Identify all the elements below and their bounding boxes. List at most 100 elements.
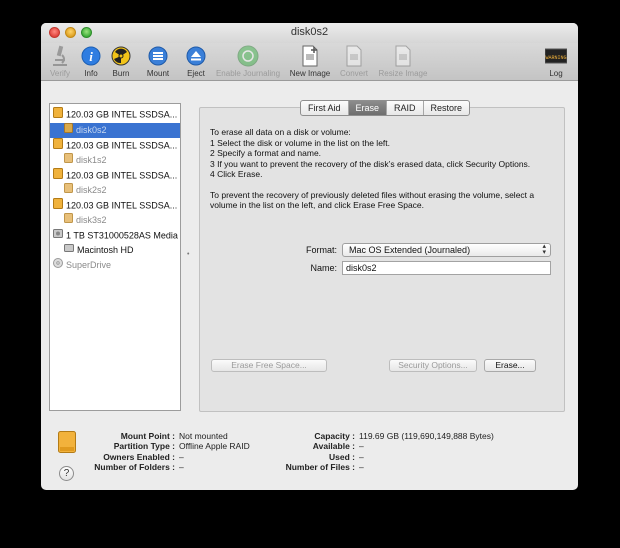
owners-enabled-label: Owners Enabled : <box>103 452 175 462</box>
verify-label: Verify <box>49 69 70 78</box>
files-value: – <box>359 462 364 472</box>
erase-button[interactable]: Erase... <box>484 359 536 372</box>
new-image-button[interactable]: New Image <box>287 45 333 78</box>
sidebar-item-disk3s2[interactable]: disk3s2 <box>64 213 179 228</box>
instructions-step: 4 Click Erase. <box>210 169 263 179</box>
used-value: – <box>359 452 364 462</box>
sidebar-item-macintosh-hd[interactable]: Macintosh HD <box>64 243 179 258</box>
security-options-button[interactable]: Security Options... <box>389 359 477 372</box>
convert-label: Convert <box>339 69 368 78</box>
enable-journaling-label: Enable Journaling <box>215 69 281 78</box>
sidebar-item-disk2[interactable]: 120.03 GB INTEL SSDSA... <box>53 168 179 183</box>
sidebar-item-superdrive[interactable]: SuperDrive <box>53 258 179 273</box>
available-label: Available : <box>312 441 355 451</box>
stepper-arrows-icon: ▴ ▾ <box>542 243 546 256</box>
format-select[interactable]: Mac OS Extended (Journaled) ▴ ▾ <box>342 243 551 257</box>
sidebar-item-label: 120.03 GB INTEL SSDSA... <box>66 109 178 120</box>
toolbar: Verify i Info Burn Mount Eject Enable Jo… <box>41 43 578 81</box>
partition-type-label: Partition Type : <box>113 441 175 451</box>
log-icon: WARNING <box>545 45 567 67</box>
disk-icon <box>53 138 63 153</box>
disk-utility-window: disk0s2 Verify i Info Burn Mount Eject E… <box>41 23 578 490</box>
capacity-label: Capacity : <box>314 431 355 441</box>
journaling-icon <box>237 45 259 67</box>
resize-image-label: Resize Image <box>378 69 428 78</box>
sidebar-item-disk2s2[interactable]: disk2s2 <box>64 183 179 198</box>
eject-icon <box>185 45 207 67</box>
erase-instructions: To erase all data on a disk or volume: 1… <box>210 127 555 211</box>
disk-icon <box>53 168 63 183</box>
available-value: – <box>359 441 364 451</box>
tab-bar: First Aid Erase RAID Restore <box>300 100 471 116</box>
mount-point-value: Not mounted <box>179 431 228 441</box>
sidebar-item-label: disk0s2 <box>76 125 107 135</box>
sidebar-item-disk1[interactable]: 120.03 GB INTEL SSDSA... <box>53 138 179 153</box>
instructions-step: 1 Select the disk or volume in the list … <box>210 137 391 148</box>
tab-erase[interactable]: Erase <box>348 101 388 115</box>
sidebar-item-label: disk2s2 <box>76 185 107 195</box>
enable-journaling-button[interactable]: Enable Journaling <box>213 45 283 78</box>
name-field[interactable]: disk0s2 <box>342 261 551 275</box>
folders-value: – <box>179 462 184 472</box>
mount-point-label: Mount Point : <box>120 431 175 441</box>
help-button[interactable]: ? <box>59 466 74 481</box>
resize-image-icon <box>392 45 414 67</box>
disk-sidebar: 120.03 GB INTEL SSDSA... disk0s2 120.03 … <box>49 103 181 411</box>
info-button[interactable]: i Info <box>79 45 103 78</box>
burn-label: Burn <box>112 69 130 78</box>
sidebar-item-disk3[interactable]: 120.03 GB INTEL SSDSA... <box>53 198 179 213</box>
burn-icon <box>110 45 132 67</box>
format-value: Mac OS Extended (Journaled) <box>349 245 471 255</box>
sidebar-item-disk1s2[interactable]: disk1s2 <box>64 153 179 168</box>
svg-text:i: i <box>89 49 93 64</box>
sidebar-item-disk0[interactable]: 120.03 GB INTEL SSDSA... <box>53 107 179 122</box>
sidebar-item-hdd[interactable]: 1 TB ST31000528AS Media <box>53 228 179 243</box>
folders-label: Number of Folders : <box>94 462 175 472</box>
sidebar-item-label: 120.03 GB INTEL SSDSA... <box>66 200 178 211</box>
volume-icon <box>64 123 73 138</box>
sidebar-item-label: disk3s2 <box>76 215 107 225</box>
mount-label: Mount <box>146 69 170 78</box>
resize-image-button[interactable]: Resize Image <box>375 45 431 78</box>
hard-drive-icon <box>53 228 63 243</box>
sidebar-item-disk0s2[interactable]: disk0s2 <box>50 123 180 138</box>
microscope-icon <box>49 45 71 67</box>
info-icon: i <box>80 45 102 67</box>
format-label: Format: <box>305 245 337 255</box>
volume-icon <box>64 213 73 228</box>
selected-disk-icon <box>58 431 76 455</box>
tab-restore[interactable]: Restore <box>424 101 470 115</box>
disk-icon <box>53 198 63 213</box>
used-label: Used : <box>329 452 355 462</box>
instructions-step: 2 Specify a format and name. <box>210 148 322 158</box>
new-image-label: New Image <box>289 69 331 78</box>
files-label: Number of Files : <box>285 462 355 472</box>
sidebar-item-label: Macintosh HD <box>77 245 134 255</box>
split-view-handle[interactable]: • <box>187 251 189 258</box>
tab-first-aid[interactable]: First Aid <box>301 101 349 115</box>
tab-raid[interactable]: RAID <box>387 101 424 115</box>
volume-icon <box>64 183 73 198</box>
info-label: Info <box>84 69 98 78</box>
capacity-value: 119.69 GB (119,690,149,888 Bytes) <box>359 431 494 441</box>
sidebar-item-label: 120.03 GB INTEL SSDSA... <box>66 170 178 181</box>
disk-icon <box>53 107 63 122</box>
verify-button[interactable]: Verify <box>45 45 75 78</box>
sidebar-item-label: SuperDrive <box>66 260 112 270</box>
window-title: disk0s2 <box>290 26 329 38</box>
mount-icon <box>147 45 169 67</box>
erase-free-space-button[interactable]: Erase Free Space... <box>211 359 327 372</box>
log-label: Log <box>549 69 563 78</box>
instructions-note: To prevent the recovery of previously de… <box>210 189 535 211</box>
burn-button[interactable]: Burn <box>109 45 133 78</box>
mount-button[interactable]: Mount <box>143 45 173 78</box>
instructions-intro: To erase all data on a disk or volume: <box>210 127 351 137</box>
log-button[interactable]: WARNING Log <box>543 45 569 78</box>
convert-icon <box>343 45 365 67</box>
eject-button[interactable]: Eject <box>183 45 209 78</box>
convert-button[interactable]: Convert <box>338 45 370 78</box>
eject-label: Eject <box>187 69 205 78</box>
volume-icon <box>64 153 73 168</box>
title-bar: disk0s2 <box>41 23 578 43</box>
name-label: Name: <box>310 263 337 273</box>
